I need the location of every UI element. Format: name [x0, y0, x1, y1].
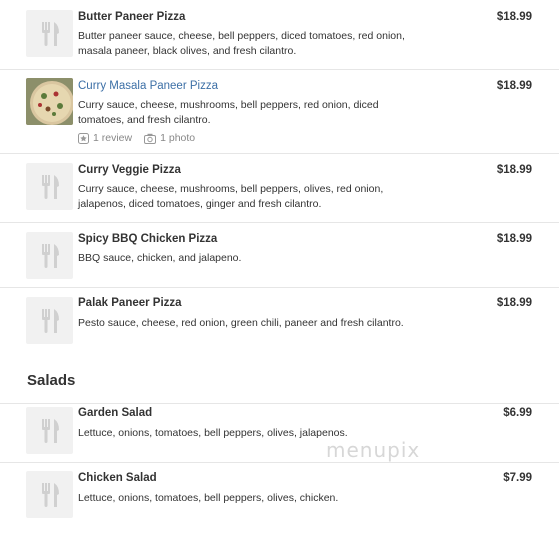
- item-price: $18.99: [496, 80, 532, 92]
- item-price: $18.99: [496, 233, 532, 245]
- item-description: Curry sauce, cheese, mushrooms, bell pep…: [78, 183, 384, 210]
- item-price: $6.99: [503, 407, 532, 419]
- utensils-icon: [26, 471, 73, 518]
- item-description: BBQ sauce, chicken, and jalapeno.: [78, 252, 242, 264]
- item-description: Lettuce, onions, tomatoes, bell peppers,…: [78, 492, 339, 504]
- menu-item: Curry Veggie Pizza $18.99 Curry sauce, c…: [0, 153, 559, 222]
- item-price: $18.99: [496, 297, 532, 309]
- pizza-photo[interactable]: [26, 78, 73, 125]
- item-description: Pesto sauce, cheese, red onion, green ch…: [78, 317, 404, 329]
- menu-item: Chicken Salad $7.99 Lettuce, onions, tom…: [0, 462, 559, 533]
- menu-item: Butter Paneer Pizza $18.99 Butter paneer…: [0, 0, 559, 68]
- menu-item: Curry Masala Paneer Pizza $18.99 Curry s…: [0, 69, 559, 154]
- item-name[interactable]: Palak Paneer Pizza: [78, 297, 182, 309]
- item-name-link[interactable]: Curry Masala Paneer Pizza: [78, 80, 218, 92]
- item-name[interactable]: Curry Veggie Pizza: [78, 164, 181, 176]
- reviews-link[interactable]: 1 review: [78, 132, 132, 144]
- item-meta: 1 review 1 photo: [78, 132, 195, 144]
- camera-icon: [144, 133, 157, 144]
- utensils-icon: [26, 407, 73, 454]
- item-name[interactable]: Butter Paneer Pizza: [78, 11, 185, 23]
- utensils-icon: [26, 163, 73, 210]
- item-price: $18.99: [496, 164, 532, 176]
- menu-item: Palak Paneer Pizza $18.99 Pesto sauce, c…: [0, 287, 559, 356]
- menu-item: Garden Salad $6.99 Lettuce, onions, toma…: [0, 403, 559, 462]
- watermark: menupix: [326, 438, 421, 462]
- section-title: Salads: [27, 372, 76, 389]
- item-name[interactable]: Garden Salad: [78, 407, 152, 419]
- star-icon: [78, 132, 89, 144]
- photos-link[interactable]: 1 photo: [144, 132, 195, 144]
- utensils-icon: [26, 297, 73, 344]
- utensils-icon: [26, 10, 73, 57]
- item-name[interactable]: Spicy BBQ Chicken Pizza: [78, 233, 217, 245]
- utensils-icon: [26, 232, 73, 279]
- item-name[interactable]: Chicken Salad: [78, 472, 157, 484]
- item-price: $18.99: [496, 11, 532, 23]
- item-description: Curry sauce, cheese, mushrooms, bell pep…: [78, 99, 379, 126]
- item-description: Butter paneer sauce, cheese, bell pepper…: [78, 30, 405, 57]
- menu-item: Spicy BBQ Chicken Pizza $18.99 BBQ sauce…: [0, 222, 559, 288]
- item-price: $7.99: [503, 472, 532, 484]
